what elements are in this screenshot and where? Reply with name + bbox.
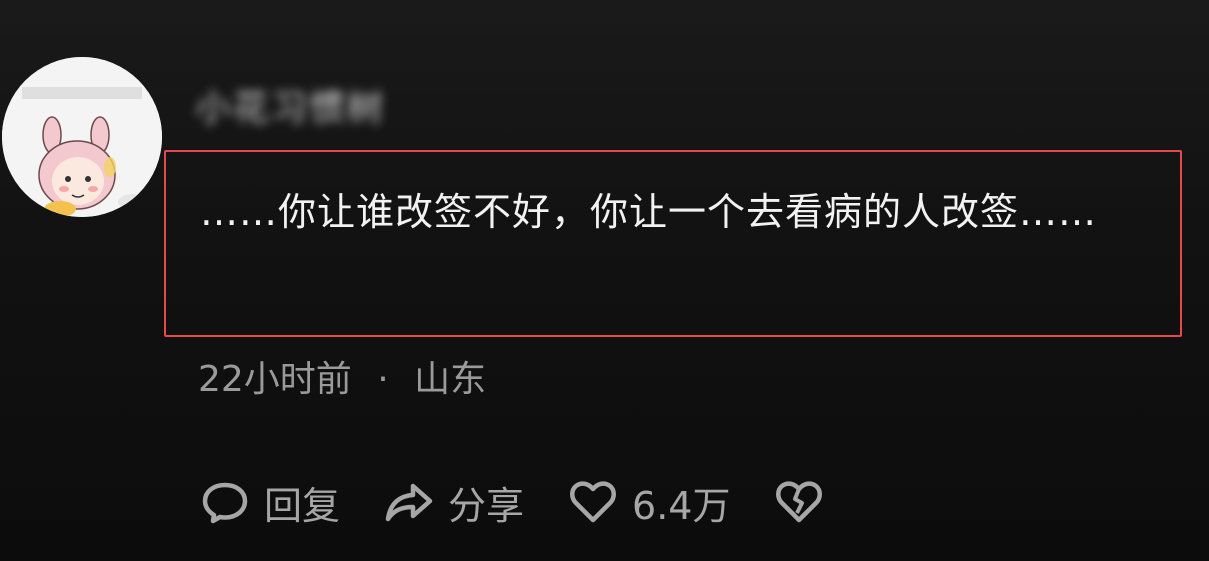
share-label: 分享 [448,483,525,528]
comment-item: 小花习惯树 ……你让谁改签不好，你让一个去看病的人改签…… 22小时前 · 山东… [0,0,1209,561]
meta-separator: · [377,359,389,400]
comment-meta: 22小时前 · 山东 [198,352,486,408]
broken-heart-icon [772,475,826,529]
share-arrow-icon [382,475,436,529]
share-button[interactable]: 分享 [382,475,524,530]
dislike-button[interactable] [772,475,838,529]
reply-button[interactable]: 回复 [198,475,340,530]
like-button[interactable]: 6.4万 [566,475,730,530]
username-text: 小花习惯树 [195,88,386,129]
avatar-illustration [2,57,162,217]
comment-text: ……你让谁改签不好，你让一个去看病的人改签…… [200,190,1098,234]
username[interactable]: 小花习惯树 [195,80,385,130]
comment-time: 22小时前 [198,359,352,400]
reply-label: 回复 [264,483,341,528]
speech-bubble-icon [198,475,252,529]
comment-location: 山东 [414,359,487,400]
comment-actions: 回复 分享 6.4万 [198,470,838,534]
heart-icon [566,475,620,529]
highlighted-comment-box: ……你让谁改签不好，你让一个去看病的人改签…… [164,150,1182,337]
like-count: 6.4万 [632,483,731,528]
avatar[interactable] [2,57,162,217]
